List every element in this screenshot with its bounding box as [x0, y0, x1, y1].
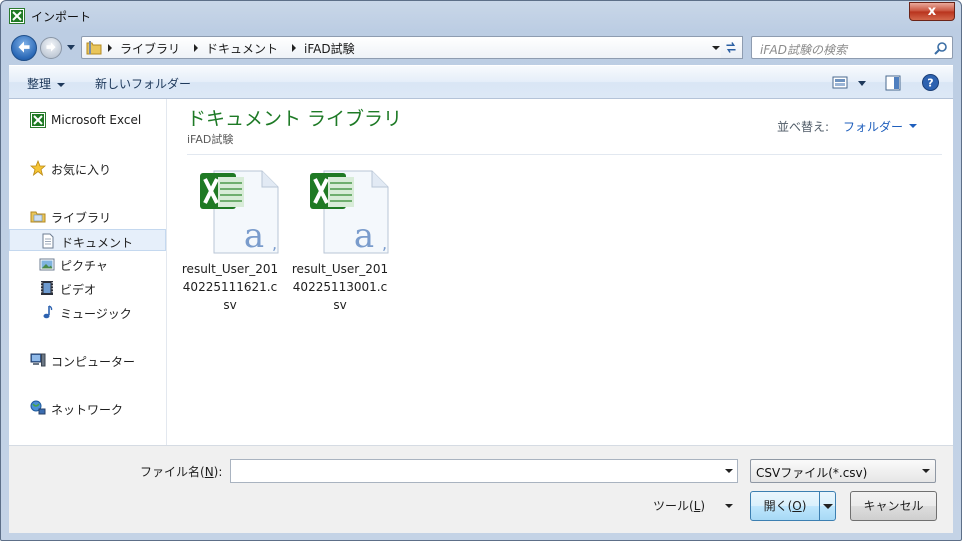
breadcrumb-documents[interactable]: ドキュメント [206, 40, 278, 57]
organize-label: 整理 [27, 77, 52, 91]
chevron-down-icon[interactable] [725, 504, 733, 508]
back-button[interactable] [11, 35, 37, 61]
tools-button[interactable]: ツール(L) [653, 497, 705, 514]
search-box[interactable]: iFAD試験の検索 [751, 36, 953, 59]
filename-label: ファイル名(N): [140, 465, 223, 479]
navigation-bar: ライブラリ ドキュメント iFAD試験 iFAD試験の検索 [9, 32, 953, 62]
excel-icon [30, 112, 46, 128]
sidebar-item-label: ピクチャ [60, 259, 108, 273]
chevron-down-icon[interactable] [725, 469, 733, 473]
svg-text:a: a [244, 216, 264, 255]
sidebar-item-libraries[interactable]: ライブラリ [9, 205, 166, 227]
excel-csv-file-icon: a , [200, 170, 279, 255]
chevron-down-icon[interactable] [909, 124, 917, 128]
window-title: インポート [31, 10, 92, 24]
file-item[interactable]: a , result_User_20140225111621.csv [180, 167, 280, 317]
recent-pages-dropdown-icon[interactable] [66, 42, 76, 52]
file-name: result_User_20140225111621.csv [181, 262, 279, 312]
navigation-pane: Microsoft Excel お気に入り ライブラリ ドキュメント ピクチャ … [9, 99, 167, 445]
change-view-icon[interactable] [831, 75, 867, 91]
close-button[interactable]: x [909, 2, 955, 21]
sidebar-item-pictures[interactable]: ピクチャ [9, 253, 166, 275]
dialog-footer: ファイル名(N): CSVファイル(*.csv) ツール(L) 開く(O) キャ… [9, 445, 953, 533]
main-area: Microsoft Excel お気に入り ライブラリ ドキュメント ピクチャ … [9, 99, 953, 445]
breadcrumb-separator-icon[interactable] [292, 44, 296, 52]
music-icon [43, 305, 53, 319]
chevron-down-icon [57, 82, 66, 87]
breadcrumb-separator-icon[interactable] [108, 44, 112, 52]
breadcrumb-libraries[interactable]: ライブラリ [120, 40, 180, 57]
sidebar-item-network[interactable]: ネットワーク [9, 397, 166, 419]
breadcrumb-ifad[interactable]: iFAD試験 [304, 40, 355, 57]
sidebar-item-label: ミュージック [60, 307, 132, 321]
sidebar-item-music[interactable]: ミュージック [9, 301, 166, 323]
refresh-button[interactable] [721, 36, 743, 59]
import-dialog: インポート x ライブラリ ドキュメント iFAD試験 iFAD試験の検索 整理… [0, 0, 962, 541]
sidebar-item-microsoft-excel[interactable]: Microsoft Excel [9, 109, 166, 131]
file-list-pane: ドキュメント ライブラリ iFAD試験 並べ替え: フォルダー a , resu… [168, 99, 953, 445]
sidebar-item-favorites[interactable]: お気に入り [9, 157, 166, 179]
file-type-value: CSVファイル(*.csv) [756, 466, 868, 480]
sidebar-item-label: コンピューター [51, 355, 136, 369]
search-input[interactable]: iFAD試験の検索 [760, 41, 847, 58]
cancel-button[interactable]: キャンセル [850, 491, 937, 521]
network-icon [30, 400, 46, 415]
folder-icon [86, 41, 102, 55]
sidebar-item-computer[interactable]: コンピューター [9, 349, 166, 371]
svg-text:a: a [354, 216, 374, 255]
open-options-button[interactable] [819, 491, 836, 521]
sidebar-item-label: ライブラリ [51, 211, 112, 225]
star-icon [30, 160, 46, 176]
open-button[interactable]: 開く(O) [750, 491, 820, 521]
sort-label: 並べ替え: [777, 120, 830, 134]
divider [187, 154, 942, 155]
document-icon [42, 233, 54, 249]
video-icon [41, 281, 53, 295]
preview-pane-icon[interactable] [885, 75, 901, 91]
svg-text:,: , [272, 234, 277, 253]
search-icon[interactable] [934, 41, 948, 55]
breadcrumb-separator-icon[interactable] [194, 44, 198, 52]
sort-by-dropdown[interactable]: フォルダー [843, 118, 903, 135]
file-name: result_User_20140225113001.csv [291, 262, 389, 312]
sidebar-item-label: ビデオ [60, 283, 97, 297]
sidebar-item-label: ドキュメント [61, 236, 134, 250]
filename-field[interactable] [230, 459, 738, 483]
refresh-icon [726, 42, 736, 53]
sidebar-item-documents[interactable]: ドキュメント [9, 229, 166, 251]
forward-arrow-icon [46, 42, 56, 52]
help-icon[interactable]: ? [922, 74, 939, 91]
command-bar: 整理 新しいフォルダー ? [9, 65, 953, 99]
library-title: ドキュメント ライブラリ [187, 108, 403, 130]
chevron-down-icon [823, 504, 833, 509]
back-arrow-icon [18, 41, 30, 53]
library-subtitle: iFAD試験 [187, 133, 234, 146]
file-item[interactable]: a , result_User_20140225113001.csv [290, 167, 390, 317]
address-bar[interactable]: ライブラリ ドキュメント iFAD試験 [81, 36, 727, 59]
title-bar: インポート x [1, 1, 961, 31]
new-folder-button[interactable]: 新しいフォルダー [95, 75, 191, 92]
svg-text:,: , [382, 234, 387, 253]
library-icon [30, 211, 46, 223]
organize-button[interactable]: 整理 [27, 75, 66, 92]
excel-csv-file-icon: a , [310, 170, 389, 255]
chevron-down-icon [922, 469, 930, 473]
excel-app-icon [9, 8, 25, 24]
sidebar-item-videos[interactable]: ビデオ [9, 277, 166, 299]
sidebar-item-label: Microsoft Excel [51, 113, 142, 127]
sidebar-item-label: お気に入り [51, 163, 112, 177]
forward-button[interactable] [40, 37, 62, 59]
sidebar-item-label: ネットワーク [51, 403, 124, 417]
svg-text:?: ? [927, 77, 933, 90]
address-dropdown-icon[interactable] [712, 46, 720, 50]
file-type-select[interactable]: CSVファイル(*.csv) [750, 459, 936, 483]
computer-icon [30, 353, 46, 367]
picture-icon [39, 258, 55, 271]
